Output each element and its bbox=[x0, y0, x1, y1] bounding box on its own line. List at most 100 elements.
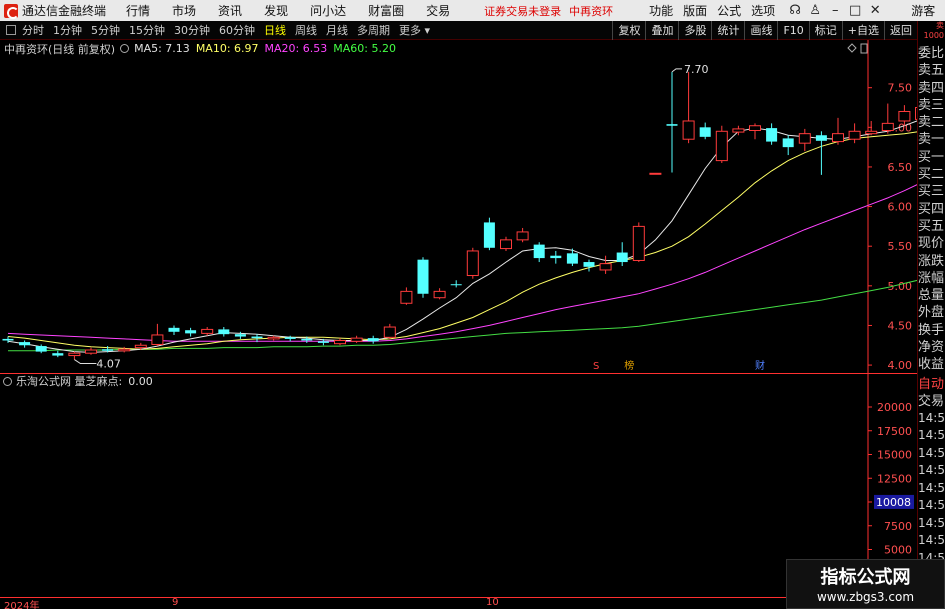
ma5-value: MA5: 7.13 bbox=[134, 42, 190, 55]
side-row-turnover: 换手 bbox=[918, 322, 945, 338]
tool-stats[interactable]: 统计 bbox=[711, 20, 744, 40]
candle-body-up bbox=[715, 130, 728, 162]
tool-multi-stock[interactable]: 多股 bbox=[678, 20, 711, 40]
guest-label[interactable]: 游客 bbox=[911, 2, 935, 19]
candle-body-up bbox=[350, 337, 363, 342]
menu-item-wealth[interactable]: 财富圈 bbox=[368, 2, 404, 19]
period-multi[interactable]: 多周期 bbox=[357, 22, 390, 38]
date-axis: 2024年 9 10 bbox=[0, 597, 786, 609]
tool-draw[interactable]: 画线 bbox=[744, 20, 777, 40]
candle-body-up bbox=[682, 120, 695, 140]
candle-body-up bbox=[433, 290, 446, 299]
candle-body-up bbox=[848, 130, 861, 140]
price-tick-label: 7.50 bbox=[888, 82, 913, 95]
minimize-icon[interactable]: – bbox=[825, 3, 845, 18]
side-auto-label[interactable]: 自动 bbox=[918, 376, 945, 393]
tick-time: 14:56 bbox=[918, 498, 945, 513]
candle-body-down bbox=[782, 138, 794, 148]
period-more-label: 更多 bbox=[399, 24, 421, 37]
menu-item-ask[interactable]: 问小达 bbox=[310, 2, 346, 19]
candle-body-down bbox=[19, 342, 31, 346]
period-more[interactable]: 更多 ▾ bbox=[399, 22, 430, 38]
tool-mark[interactable]: 标记 bbox=[808, 20, 842, 40]
side-row-buy5: 买五 bbox=[918, 218, 945, 234]
watermark: 指标公式网 www.zbgs3.com bbox=[786, 559, 945, 609]
side-trade-label[interactable]: 交易 bbox=[918, 393, 945, 410]
period-15min[interactable]: 15分钟 bbox=[129, 22, 165, 38]
event-marker: S bbox=[593, 361, 599, 372]
settings-circle-icon[interactable] bbox=[120, 44, 130, 53]
menu-item-news[interactable]: 资讯 bbox=[218, 2, 242, 19]
candle-body-up bbox=[599, 263, 612, 271]
menu-item-quotes[interactable]: 行情 bbox=[126, 2, 150, 19]
side-row-sell5: 卖五 bbox=[918, 63, 945, 79]
period-30min[interactable]: 30分钟 bbox=[174, 22, 210, 38]
period-intraday[interactable]: 分时 bbox=[22, 22, 44, 38]
kline-chart[interactable]: 4.004.505.005.506.006.507.007.5025005000… bbox=[0, 40, 917, 609]
candle-body-up bbox=[151, 334, 164, 345]
login-status[interactable]: 证券交易未登录 bbox=[484, 3, 561, 19]
high-price-label: 7.70 bbox=[684, 63, 709, 76]
date-label-sep: 9 bbox=[172, 597, 179, 608]
side-row-sell3: 卖三 bbox=[918, 97, 945, 113]
tool-add-watchlist[interactable]: +自选 bbox=[841, 20, 884, 40]
side-row-buy3: 买三 bbox=[918, 184, 945, 200]
period-60min[interactable]: 60分钟 bbox=[219, 22, 255, 38]
menu-formula[interactable]: 公式 bbox=[717, 2, 741, 19]
ma60-line bbox=[8, 279, 917, 352]
side-row-buy1: 买一 bbox=[918, 149, 945, 165]
menu-item-trade[interactable]: 交易 bbox=[426, 2, 450, 19]
indicator-settings-icon[interactable] bbox=[3, 376, 12, 386]
candle-body-down bbox=[367, 338, 379, 342]
tool-back[interactable]: 返回 bbox=[884, 20, 917, 40]
period-1min[interactable]: 1分钟 bbox=[53, 22, 82, 38]
ma5-line bbox=[7, 120, 917, 353]
candle-body-down bbox=[450, 284, 462, 286]
close-icon[interactable]: ✕ bbox=[865, 3, 885, 18]
menu-options[interactable]: 选项 bbox=[751, 2, 775, 19]
side-top-label: 卖 1000 bbox=[923, 21, 944, 40]
panel-icon bbox=[860, 43, 868, 54]
menu-layout[interactable]: 版面 bbox=[683, 2, 707, 19]
side-row-sell1: 卖一 bbox=[918, 132, 945, 148]
watermark-url: www.zbgs3.com bbox=[816, 590, 915, 604]
candle-body-down bbox=[2, 338, 14, 341]
candle-body-up bbox=[649, 172, 662, 175]
volume-tick-label: 5000 bbox=[884, 544, 912, 557]
period-monthly[interactable]: 月线 bbox=[326, 22, 348, 38]
menu-item-market[interactable]: 市场 bbox=[172, 2, 196, 19]
volume-tick-label: 15000 bbox=[877, 449, 912, 462]
candle-body-down bbox=[218, 329, 230, 335]
tick-time: 14:56 bbox=[918, 445, 945, 460]
menu-item-discover[interactable]: 发现 bbox=[264, 2, 288, 19]
side-row-change: 涨跌 bbox=[918, 253, 945, 269]
side-row-outer: 外盘 bbox=[918, 305, 945, 321]
candle-body-up bbox=[865, 130, 878, 135]
candle-body-down bbox=[815, 135, 827, 141]
candle-body-up bbox=[383, 326, 396, 338]
tool-f10[interactable]: F10 bbox=[777, 20, 808, 40]
panel-toggle-icon[interactable] bbox=[6, 25, 16, 35]
candle-body-down bbox=[583, 262, 595, 267]
candle-body-up bbox=[832, 133, 844, 143]
headset-icon[interactable]: ☊ bbox=[785, 3, 805, 18]
candle-body-down bbox=[766, 128, 778, 142]
high-marker-line bbox=[671, 68, 682, 73]
tick-time: 14:56 bbox=[918, 480, 945, 495]
tool-overlay[interactable]: 叠加 bbox=[645, 20, 678, 40]
tick-time: 14:56 bbox=[918, 428, 945, 443]
maximize-icon[interactable]: □ bbox=[845, 3, 865, 18]
event-marker: 财 bbox=[755, 359, 765, 372]
order-book-panel: 卖 1000 委比 卖五 卖四 卖三 卖二 卖一 买一 买二 买三 买四 买五 … bbox=[917, 21, 945, 609]
period-weekly[interactable]: 周线 bbox=[295, 22, 317, 38]
shirt-icon[interactable]: ♙ bbox=[805, 3, 825, 18]
period-5min[interactable]: 5分钟 bbox=[91, 22, 120, 38]
period-daily[interactable]: 日线 bbox=[264, 22, 286, 38]
candle-body-up bbox=[134, 344, 147, 349]
menu-function[interactable]: 功能 bbox=[649, 2, 673, 19]
side-row-earnings: 收益 bbox=[918, 357, 945, 373]
candle-body-up bbox=[516, 231, 529, 241]
candle-body-up bbox=[500, 239, 512, 250]
tool-adjust[interactable]: 复权 bbox=[612, 20, 645, 40]
candle-body-up bbox=[201, 328, 214, 334]
